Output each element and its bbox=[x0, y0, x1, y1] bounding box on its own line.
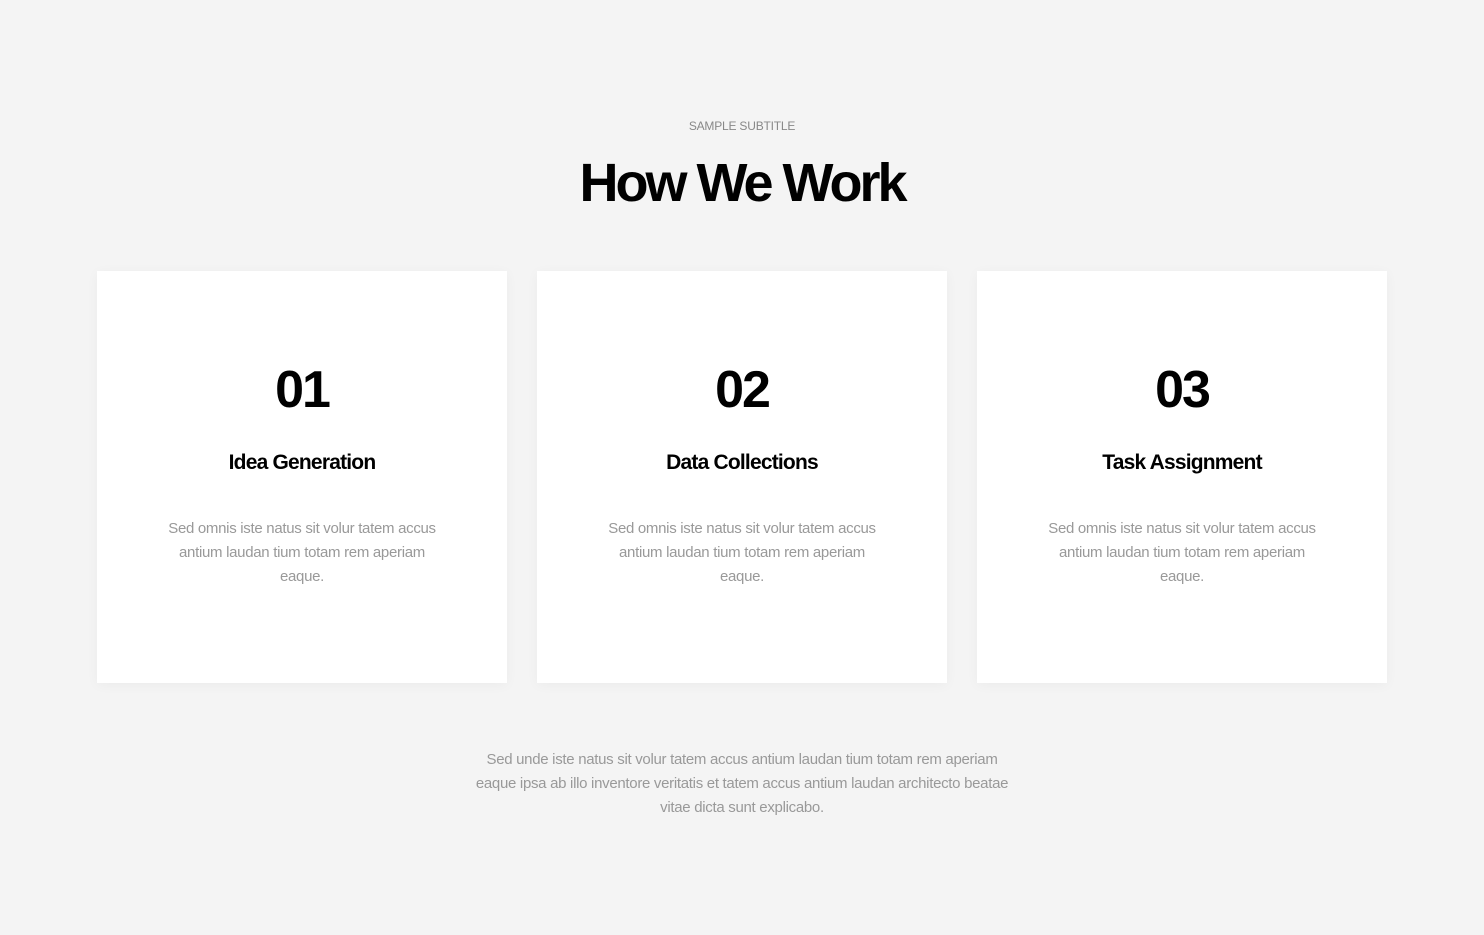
step-title: Idea Generation bbox=[228, 451, 377, 474]
step-description: Sed omnis iste natus sit volur tatem acc… bbox=[1048, 520, 1316, 585]
step-number: 03 bbox=[1155, 361, 1211, 419]
step-number: 02 bbox=[715, 361, 771, 419]
step-card: 02 Data Collections Sed omnis iste natus… bbox=[537, 271, 947, 683]
section-subtitle: SAMPLE SUBTITLE bbox=[688, 119, 796, 133]
section-title: How We Work bbox=[579, 153, 907, 213]
step-card: 03 Task Assignment Sed omnis iste natus … bbox=[977, 271, 1387, 683]
step-card: 01 Idea Generation Sed omnis iste natus … bbox=[97, 271, 507, 683]
step-number: 01 bbox=[275, 361, 331, 419]
footer-text: Sed unde iste natus sit volur tatem accu… bbox=[475, 751, 1009, 816]
step-title: Task Assignment bbox=[1102, 451, 1262, 474]
step-description: Sed omnis iste natus sit volur tatem acc… bbox=[168, 520, 436, 585]
step-description: Sed omnis iste natus sit volur tatem acc… bbox=[608, 520, 876, 585]
step-title: Data Collections bbox=[666, 451, 819, 474]
